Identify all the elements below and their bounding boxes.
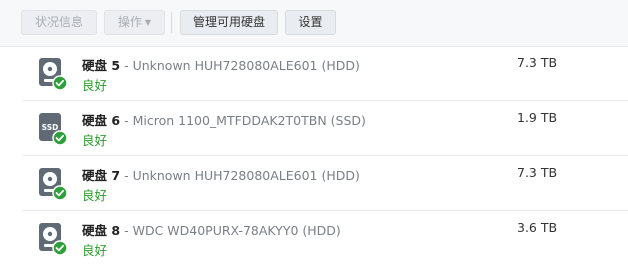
status-info-button[interactable]: 状况信息 xyxy=(21,10,97,35)
drive-title: 硬盘 5- Unknown HUH728080ALE601 (HDD) xyxy=(82,55,360,74)
drive-label: 硬盘 8 xyxy=(82,223,121,238)
drive-status: 良好 xyxy=(82,243,108,258)
actions-label: 操作 xyxy=(117,15,142,29)
hdd-healthy-icon xyxy=(39,223,68,256)
drive-model: Unknown HUH728080ALE601 (HDD) xyxy=(132,168,360,183)
drive-row[interactable]: SSD 硬盘 6- Micron 1100_MTFDDAK2T0TBN (SSD)… xyxy=(22,101,628,156)
title-dash: - xyxy=(124,223,129,238)
drive-row[interactable]: 硬盘 8- WDC WD40PURX-78AKYY0 (HDD) 良好 3.6 T… xyxy=(22,211,628,266)
hdd-healthy-icon xyxy=(39,58,68,91)
drive-size: 7.3 TB xyxy=(517,165,558,180)
drive-size: 3.6 TB xyxy=(517,220,558,235)
drive-size: 1.9 TB xyxy=(517,110,558,125)
drive-label: 硬盘 6 xyxy=(82,113,121,128)
drive-title: 硬盘 6- Micron 1100_MTFDDAK2T0TBN (SSD) xyxy=(82,110,366,129)
actions-dropdown-button[interactable]: 操作 ▼ xyxy=(104,10,165,35)
drive-title: 硬盘 8- WDC WD40PURX-78AKYY0 (HDD) xyxy=(82,220,341,239)
drive-title: 硬盘 7- Unknown HUH728080ALE601 (HDD) xyxy=(82,165,360,184)
settings-button[interactable]: 设置 xyxy=(285,10,336,35)
toolbar-divider xyxy=(171,12,172,33)
drive-size: 7.3 TB xyxy=(517,55,558,70)
toolbar: 状况信息 操作 ▼ 管理可用硬盘 设置 xyxy=(0,0,628,47)
drive-label: 硬盘 7 xyxy=(82,168,121,183)
drive-list: 硬盘 5- Unknown HUH728080ALE601 (HDD) 良好 7.… xyxy=(22,46,628,266)
title-dash: - xyxy=(124,168,129,183)
hdd-healthy-icon xyxy=(39,168,68,201)
drive-status: 良好 xyxy=(82,188,108,203)
drive-model: Unknown HUH728080ALE601 (HDD) xyxy=(132,58,360,73)
drive-status: 良好 xyxy=(82,78,108,93)
drive-row[interactable]: 硬盘 5- Unknown HUH728080ALE601 (HDD) 良好 7.… xyxy=(22,46,628,101)
chevron-down-icon: ▼ xyxy=(144,18,152,27)
ssd-icon-text: SSD xyxy=(42,123,59,132)
drive-row[interactable]: 硬盘 7- Unknown HUH728080ALE601 (HDD) 良好 7.… xyxy=(22,156,628,211)
drive-model: Micron 1100_MTFDDAK2T0TBN (SSD) xyxy=(132,113,366,128)
title-dash: - xyxy=(124,58,129,73)
drive-status: 良好 xyxy=(82,133,108,148)
drive-label: 硬盘 5 xyxy=(82,58,121,73)
drive-model: WDC WD40PURX-78AKYY0 (HDD) xyxy=(132,223,341,238)
ssd-healthy-icon: SSD xyxy=(39,113,68,146)
title-dash: - xyxy=(124,113,129,128)
manage-available-drives-button[interactable]: 管理可用硬盘 xyxy=(180,10,278,35)
